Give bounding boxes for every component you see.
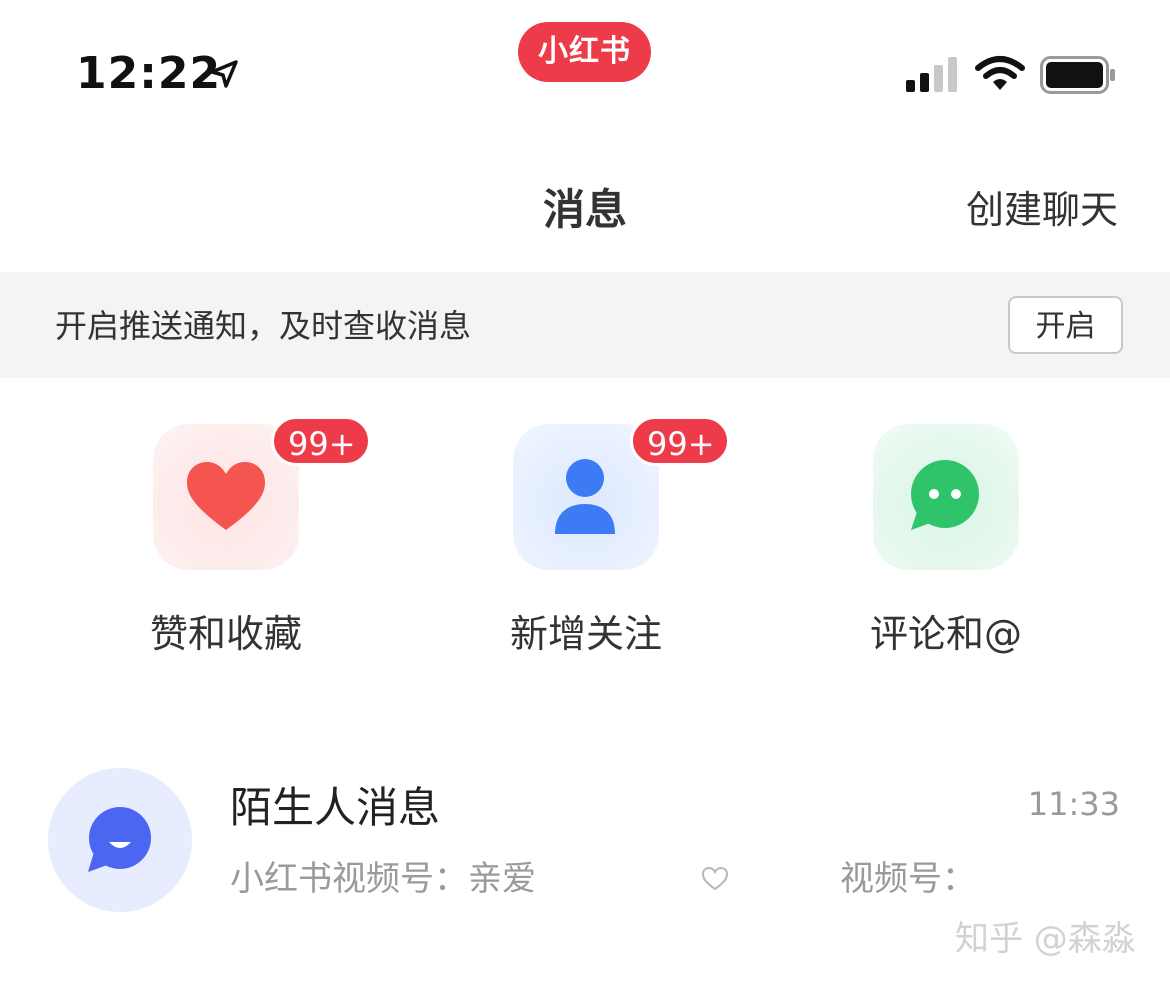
- stranger-messages-title[interactable]: 陌生人消息: [230, 780, 440, 836]
- status-time: 12:22: [76, 48, 222, 99]
- message-preview: 小红书视频号：亲爱: [230, 859, 536, 899]
- create-chat-button[interactable]: 创建聊天: [966, 184, 1118, 236]
- comments-and-mentions-tile[interactable]: [873, 424, 1019, 570]
- new-followers-label: 新增关注: [509, 612, 662, 656]
- likes-and-collections-label: 赞和收藏: [149, 612, 302, 656]
- message-timestamp: 11:33: [1027, 785, 1120, 823]
- small-heart-icon: [701, 866, 729, 891]
- wifi-icon: [975, 56, 1025, 90]
- battery-icon: [1040, 56, 1115, 94]
- comments-and-mentions-label: 评论和@: [869, 612, 1022, 656]
- watermark: 知乎 @森淼: [955, 919, 1136, 959]
- banner-text: 开启推送通知，及时查收消息: [55, 307, 472, 345]
- enable-notifications-button[interactable]: 开启: [1008, 296, 1123, 354]
- chat-bubble-icon: [911, 460, 979, 530]
- followers-count-badge: 99+: [630, 416, 730, 466]
- likes-count-badge: 99+: [271, 416, 371, 466]
- stranger-chat-icon: [88, 807, 151, 872]
- message-preview-tail: 视频号：: [840, 859, 976, 899]
- app-indicator-pill[interactable]: 小红书: [518, 22, 651, 82]
- cellular-signal-icon: [906, 57, 957, 92]
- location-arrow-icon: [210, 60, 238, 88]
- stranger-messages-avatar[interactable]: [48, 768, 192, 912]
